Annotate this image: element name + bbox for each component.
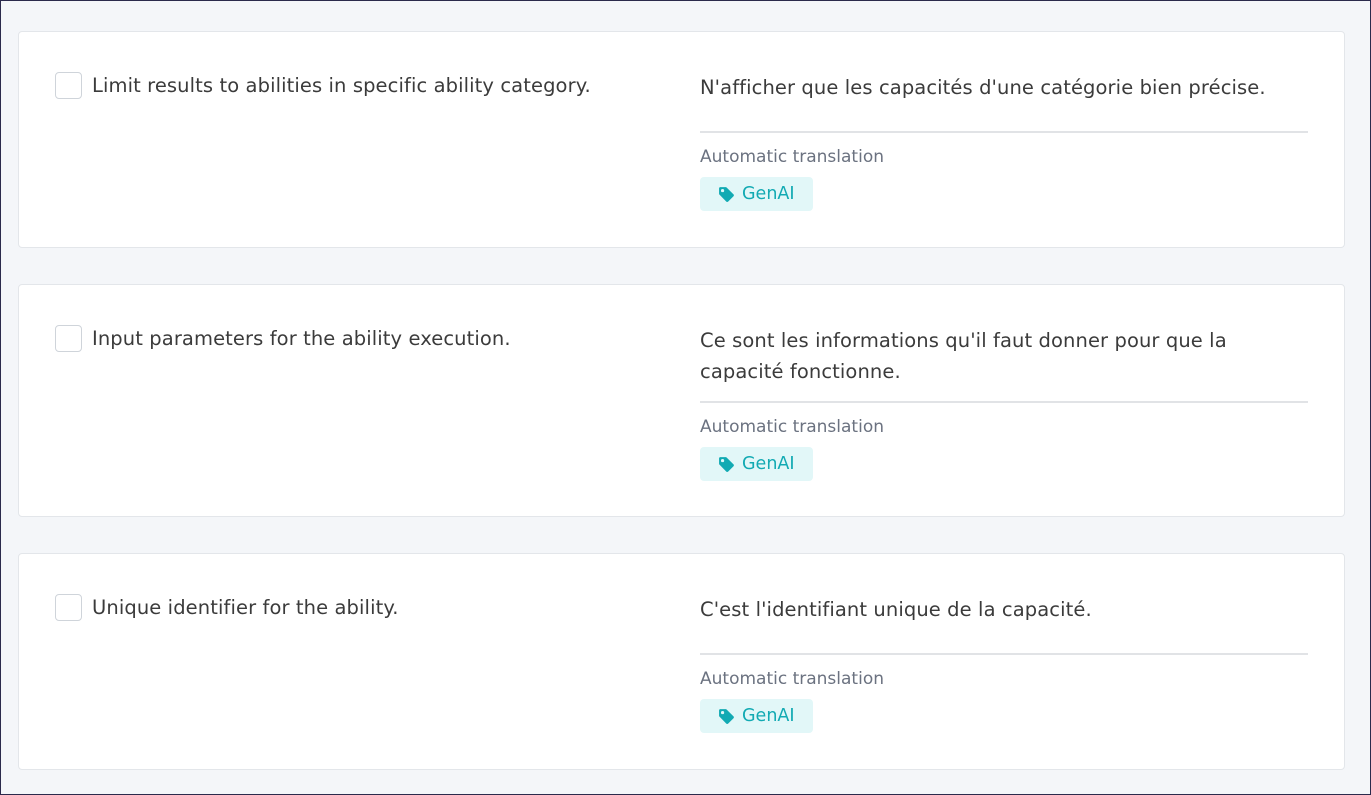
translation-string[interactable]: C'est l'identifiant unique de la capacit…	[700, 594, 1308, 655]
row-select-checkbox[interactable]	[55, 594, 82, 621]
genai-tag[interactable]: GenAI	[700, 447, 813, 481]
translation-panel: Ce sont les informations qu'il faut donn…	[700, 325, 1308, 481]
tag-icon	[719, 186, 734, 202]
translation-row: Unique identifier for the ability. C'est…	[18, 553, 1345, 770]
source-string: Input parameters for the ability executi…	[92, 327, 511, 350]
translation-row: Input parameters for the ability executi…	[18, 284, 1345, 517]
translation-origin-label: Automatic translation	[700, 417, 884, 437]
genai-tag[interactable]: GenAI	[700, 177, 813, 211]
tag-icon	[719, 708, 734, 724]
source-string: Unique identifier for the ability.	[92, 596, 399, 619]
translation-row: Limit results to abilities in specific a…	[18, 31, 1345, 248]
row-select-checkbox[interactable]	[55, 72, 82, 99]
row-select-checkbox[interactable]	[55, 325, 82, 352]
translation-string[interactable]: Ce sont les informations qu'il faut donn…	[700, 325, 1308, 403]
genai-tag[interactable]: GenAI	[700, 699, 813, 733]
translation-origin-label: Automatic translation	[700, 669, 884, 689]
tag-label: GenAI	[742, 454, 795, 474]
tag-label: GenAI	[742, 706, 795, 726]
source-string: Limit results to abilities in specific a…	[92, 74, 591, 97]
tag-label: GenAI	[742, 184, 795, 204]
translation-origin-label: Automatic translation	[700, 147, 884, 167]
translation-panel: N'afficher que les capacités d'une catég…	[700, 72, 1308, 211]
translation-panel: C'est l'identifiant unique de la capacit…	[700, 594, 1308, 733]
translation-string[interactable]: N'afficher que les capacités d'une catég…	[700, 72, 1308, 133]
tag-icon	[719, 456, 734, 472]
